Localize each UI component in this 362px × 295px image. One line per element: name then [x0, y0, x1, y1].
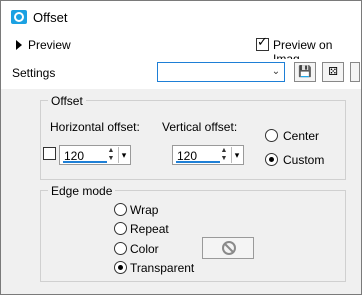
color-radio[interactable]	[114, 242, 127, 255]
reset-button[interactable]	[350, 62, 360, 82]
wrap-radio[interactable]	[114, 203, 127, 216]
repeat-radio-label: Repeat	[130, 222, 169, 236]
transparent-radio-label: Transparent	[130, 261, 195, 275]
caret-down-icon[interactable]: ▾	[118, 147, 129, 163]
no-color-icon	[222, 241, 236, 255]
focus-underline	[63, 161, 107, 163]
offset-legend: Offset	[48, 94, 86, 108]
randomize-button[interactable]: ⚄	[322, 62, 344, 82]
save-icon: 💾	[298, 66, 312, 78]
horizontal-offset-label: Horizontal offset:	[50, 120, 140, 134]
save-preset-button[interactable]: 💾	[294, 62, 316, 82]
color-radio-label: Color	[130, 242, 159, 256]
spin-up-down-icon[interactable]: ▲ ▼	[219, 147, 229, 163]
transparent-radio[interactable]	[114, 261, 127, 274]
settings-dropdown[interactable]: ⌄	[157, 62, 285, 82]
custom-radio-label: Custom	[283, 153, 325, 167]
link-offsets-checkbox[interactable]	[43, 147, 56, 160]
edge-color-swatch[interactable]	[202, 237, 254, 259]
caret-down-icon[interactable]: ▾	[231, 147, 242, 163]
custom-radio[interactable]	[265, 153, 278, 166]
app-icon	[11, 10, 27, 24]
center-radio-label: Center	[283, 129, 320, 143]
edge-mode-legend: Edge mode	[48, 184, 116, 198]
vertical-offset-label: Vertical offset:	[162, 120, 238, 134]
focus-underline	[176, 161, 220, 163]
preview-on-image-checkbox[interactable]	[256, 36, 269, 51]
dice-icon: ⚄	[328, 66, 338, 78]
center-radio[interactable]	[265, 129, 278, 142]
repeat-radio[interactable]	[114, 222, 127, 235]
vertical-offset-spinbox[interactable]: 120 ▲ ▼ ▾	[172, 145, 244, 165]
title-bar: Offset	[1, 1, 361, 31]
spin-up-down-icon[interactable]: ▲ ▼	[106, 147, 116, 163]
preview-toggle-label: Preview	[28, 38, 71, 52]
horizontal-offset-spinbox[interactable]: 120 ▲ ▼ ▾	[59, 145, 131, 165]
chevron-down-icon: ⌄	[271, 66, 281, 77]
settings-label: Settings	[12, 66, 56, 80]
preview-expander[interactable]: Preview	[16, 38, 71, 52]
window-title: Offset	[33, 10, 68, 25]
wrap-radio-label: Wrap	[130, 203, 159, 217]
triangle-right-icon	[16, 40, 22, 50]
